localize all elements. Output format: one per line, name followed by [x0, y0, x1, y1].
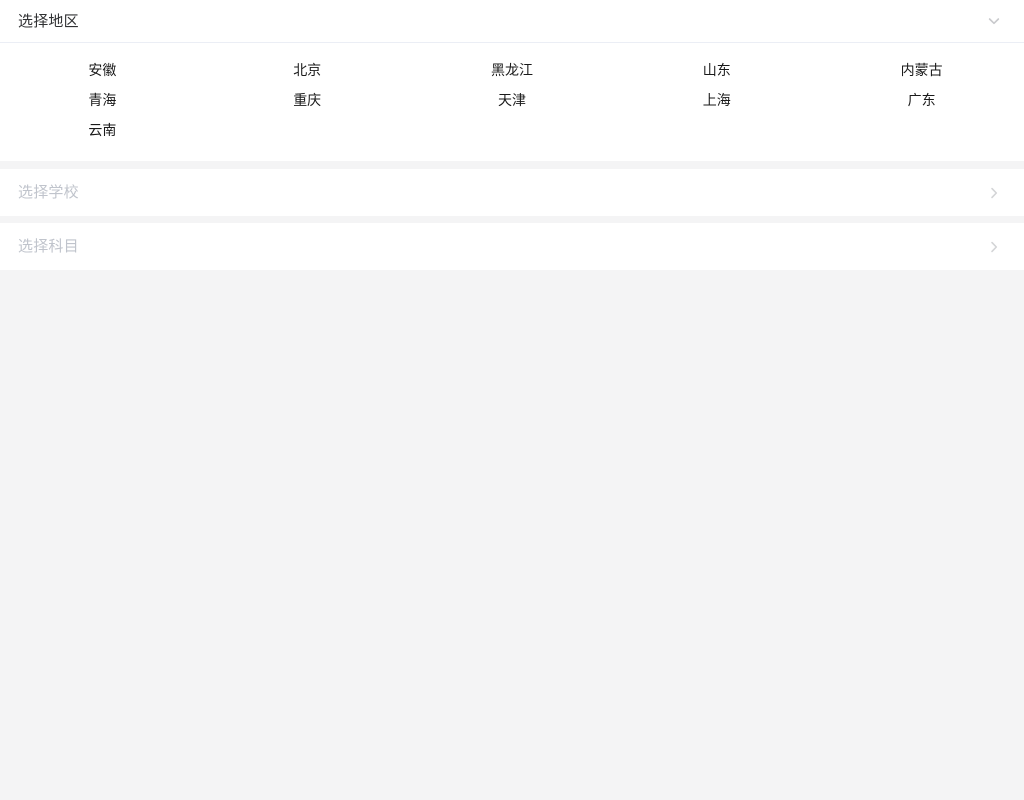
region-item-empty — [614, 115, 819, 145]
region-item[interactable]: 云南 — [0, 115, 205, 145]
region-item[interactable]: 内蒙古 — [819, 55, 1024, 85]
region-collapse-header[interactable]: 选择地区 — [0, 0, 1024, 43]
school-picker-label: 选择学校 — [18, 184, 79, 201]
section-divider — [0, 161, 1024, 169]
region-item-empty — [205, 115, 410, 145]
region-item[interactable]: 山东 — [614, 55, 819, 85]
region-grid: 安徽 北京 黑龙江 山东 内蒙古 青海 重庆 天津 上海 广东 云南 — [0, 55, 1024, 145]
region-item-empty — [410, 115, 615, 145]
region-item[interactable]: 青海 — [0, 85, 205, 115]
page-title: 选择地区 — [18, 12, 79, 30]
region-item[interactable]: 上海 — [614, 85, 819, 115]
chevron-down-icon[interactable] — [986, 13, 1002, 29]
school-picker-row[interactable]: 选择学校 — [0, 169, 1024, 216]
region-item[interactable]: 天津 — [410, 85, 615, 115]
region-collapse-body: 安徽 北京 黑龙江 山东 内蒙古 青海 重庆 天津 上海 广东 云南 — [0, 43, 1024, 161]
app-root: 选择地区 安徽 北京 黑龙江 山东 内蒙古 青海 重庆 天津 上海 广东 云南 — [0, 0, 1024, 800]
region-item[interactable]: 黑龙江 — [410, 55, 615, 85]
region-item[interactable]: 北京 — [205, 55, 410, 85]
region-item-empty — [819, 115, 1024, 145]
region-collapse-panel: 选择地区 安徽 北京 黑龙江 山东 内蒙古 青海 重庆 天津 上海 广东 云南 — [0, 0, 1024, 161]
region-item[interactable]: 重庆 — [205, 85, 410, 115]
region-item[interactable]: 安徽 — [0, 55, 205, 85]
subject-picker-row[interactable]: 选择科目 — [0, 223, 1024, 270]
chevron-right-icon[interactable] — [986, 239, 1002, 255]
region-item[interactable]: 广东 — [819, 85, 1024, 115]
chevron-right-icon[interactable] — [986, 185, 1002, 201]
section-divider — [0, 216, 1024, 223]
page-empty-area — [0, 270, 1024, 800]
subject-picker-label: 选择科目 — [18, 238, 79, 255]
